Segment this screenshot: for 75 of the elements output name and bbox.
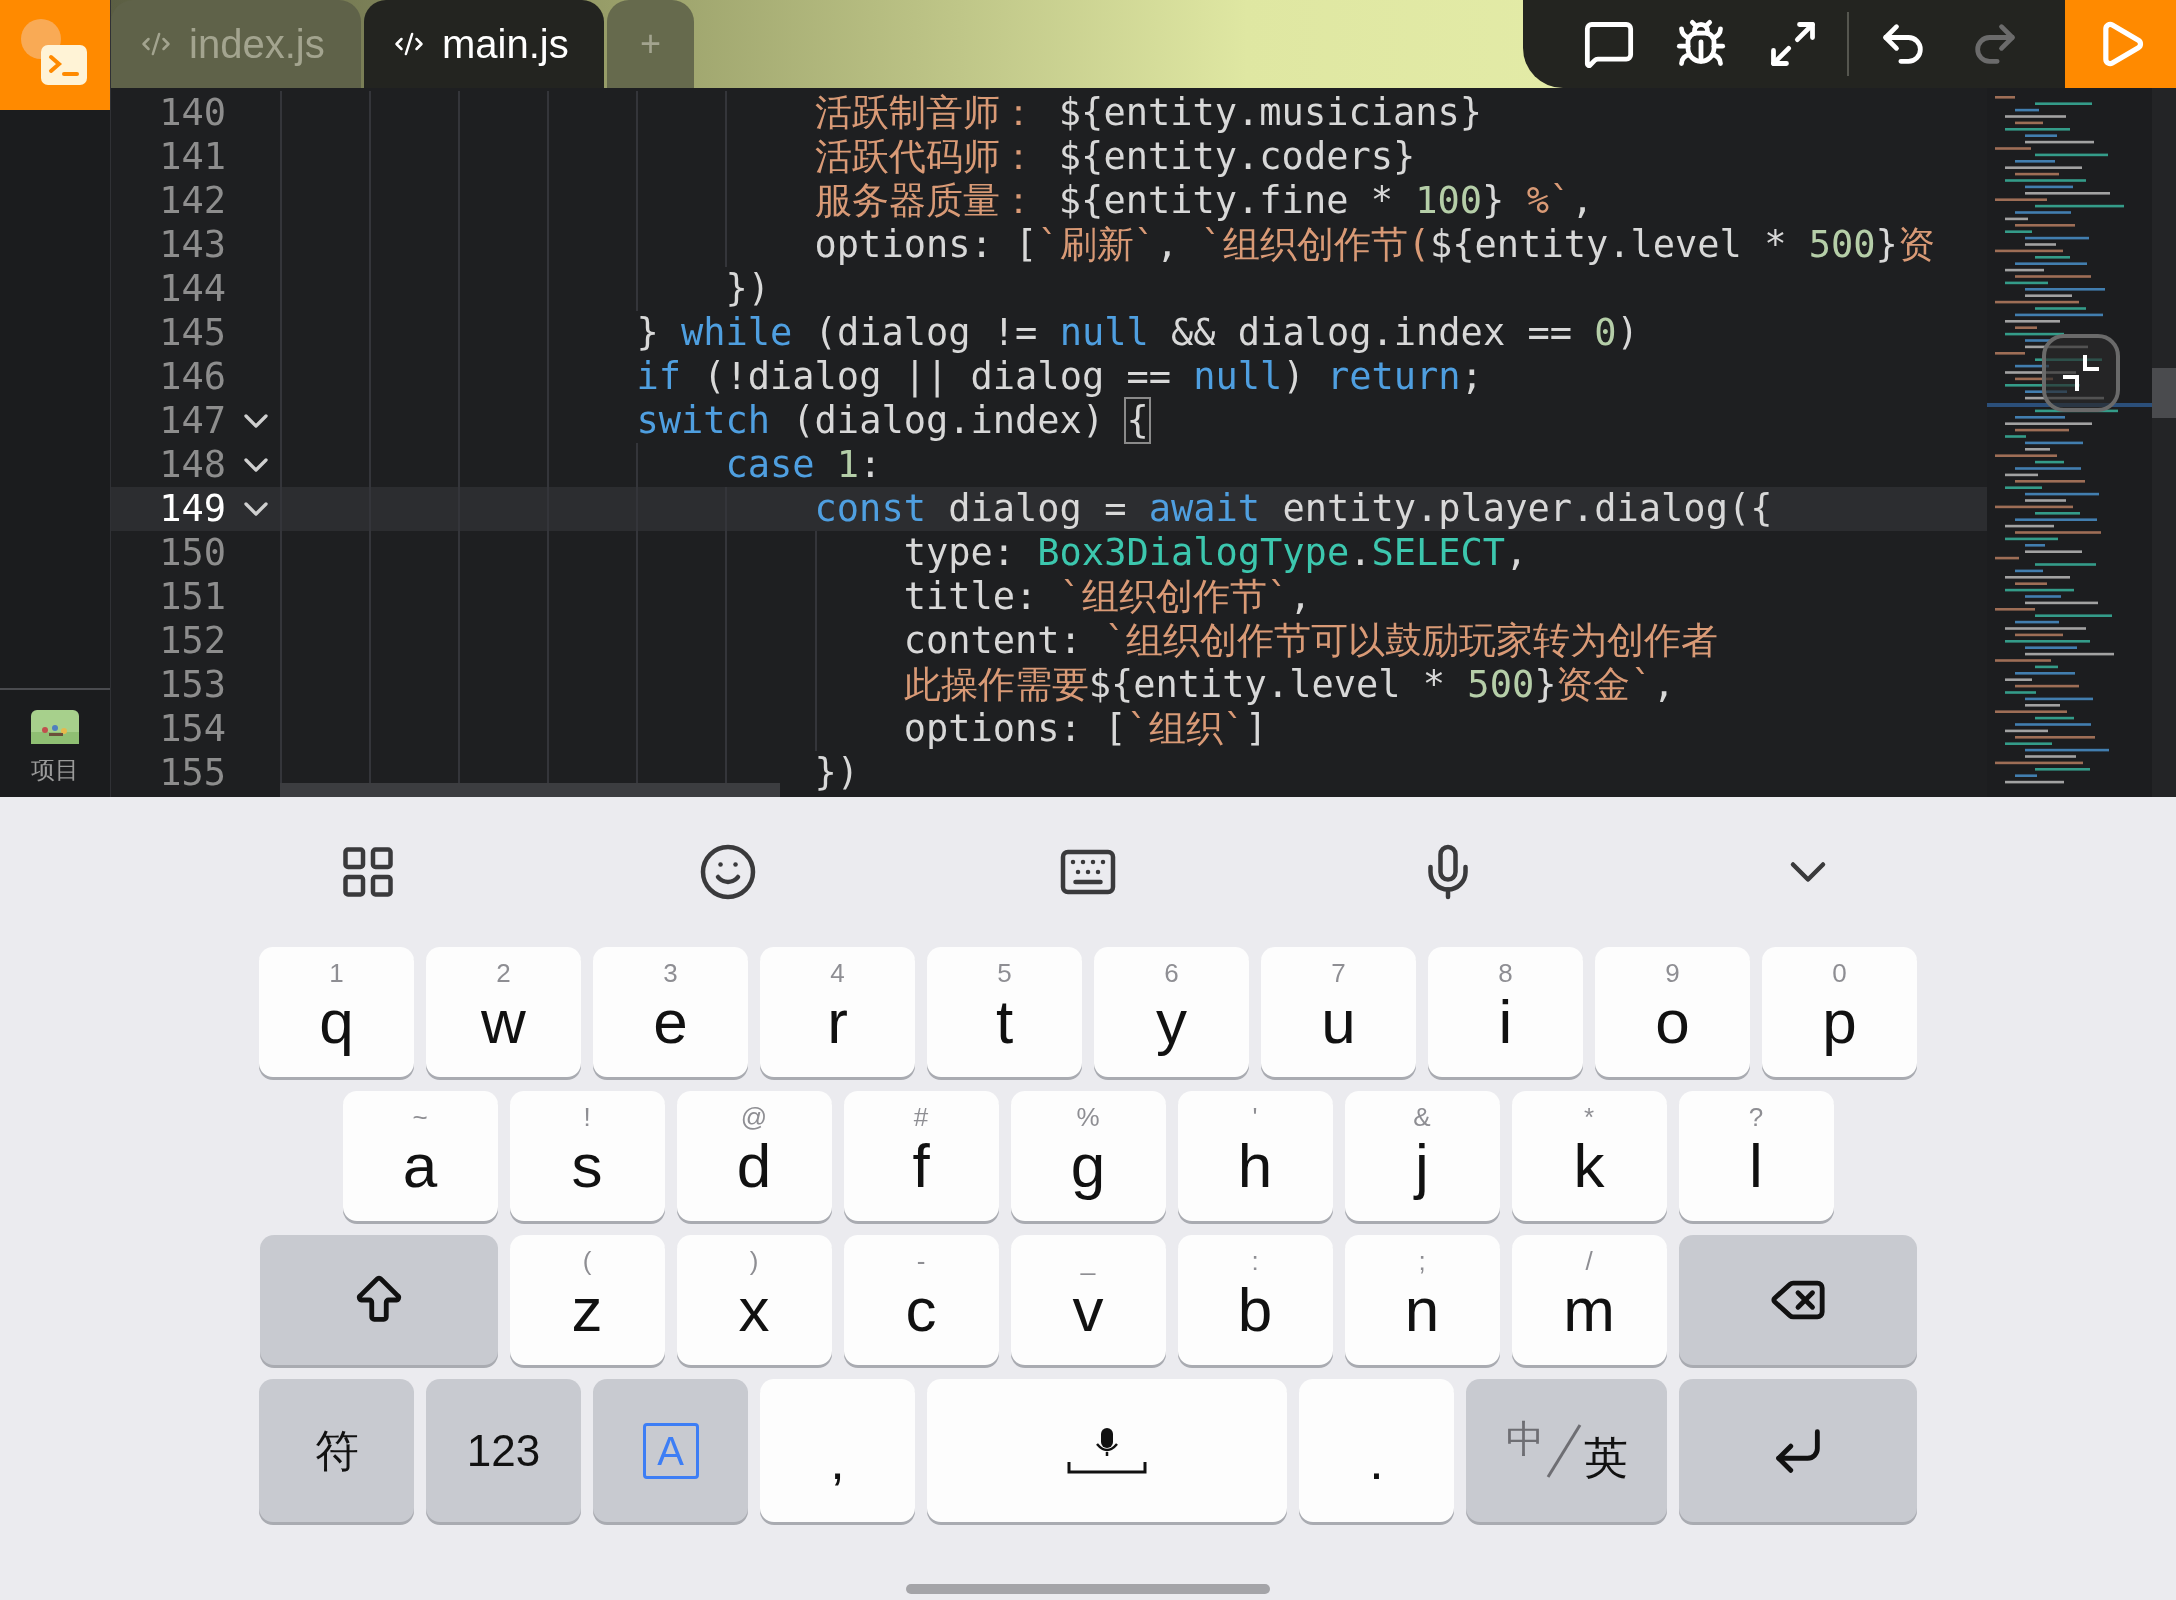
function-key[interactable]: 123 (426, 1379, 581, 1522)
code-line: content: `组织创作节可以鼓励玩家转为创作者 (903, 619, 1719, 663)
code-line: 活跃代码师： ${entity.coders} (814, 135, 1416, 179)
letter-key[interactable]: ? l (1678, 1091, 1834, 1221)
code-line: options: [`刷新`, `组织创作节(${entity.level * 500}资 (814, 223, 1935, 267)
code-line: switch (dialog.index) { (636, 399, 1149, 443)
letter-key[interactable]: # f (843, 1091, 999, 1221)
line-number: 148 (158, 442, 226, 489)
letter-key[interactable]: 1 q (259, 947, 414, 1077)
code-line: }) (814, 751, 860, 795)
code-line: }) (725, 267, 771, 311)
code-line: case 1: (725, 443, 882, 487)
letter-key[interactable]: 0 p (1762, 947, 1917, 1077)
letter-key[interactable]: - c (843, 1235, 999, 1365)
backspace-key[interactable] (1678, 1235, 1917, 1365)
letter-key[interactable]: 9 o (1595, 947, 1750, 1077)
code-line: 此操作需要${entity.level * 500}资金`, (903, 663, 1676, 707)
letter-key[interactable]: ! s (509, 1091, 665, 1221)
line-number: 155 (158, 750, 226, 797)
language-secondary-label: 中 (1505, 1417, 1544, 1462)
input-mode-label: A (642, 1422, 699, 1479)
line-number: 151 (158, 574, 226, 621)
line-number: 142 (158, 178, 226, 225)
line-number: 153 (158, 662, 226, 709)
letter-key[interactable]: @ d (676, 1091, 832, 1221)
letter-key[interactable]: 3 e (593, 947, 748, 1077)
line-number: 140 (158, 90, 226, 137)
code-line: title: `组织创作节`, (903, 575, 1312, 619)
line-number: 154 (158, 706, 226, 753)
sidebar-item[interactable]: 项目 (31, 752, 79, 788)
letter-key[interactable]: 4 r (760, 947, 915, 1077)
line-number: 143 (158, 222, 226, 269)
letter-key[interactable]: / m (1511, 1235, 1667, 1365)
line-number: 144 (158, 266, 226, 313)
letter-key[interactable]: 6 y (1094, 947, 1249, 1077)
line-number: 141 (158, 134, 226, 181)
code-line: options: [`组织`] (903, 707, 1268, 751)
letter-key[interactable]: 2 w (426, 947, 581, 1077)
letter-key[interactable]: 5 t (927, 947, 1082, 1077)
line-number: 150 (158, 530, 226, 577)
shift-key[interactable] (259, 1235, 498, 1365)
letter-key[interactable]: 7 u (1261, 947, 1416, 1077)
code-line: type: Box3DialogType.SELECT, (903, 531, 1528, 575)
letter-key[interactable]: ( z (509, 1235, 665, 1365)
code-line: } while (dialog != null && dialog.index == 0) (636, 311, 1639, 355)
punctuation-key[interactable]: , (760, 1379, 915, 1522)
letter-key[interactable]: 8 i (1428, 947, 1583, 1077)
letter-key[interactable]: ~ a (342, 1091, 498, 1221)
letter-key[interactable]: : b (1177, 1235, 1333, 1365)
smiley-icon (698, 842, 758, 902)
code-line: if (!dialog || dialog == null) return; (636, 355, 1483, 399)
line-number: 152 (158, 618, 226, 665)
letter-key[interactable]: & j (1344, 1091, 1500, 1221)
horizontal-scrollbar[interactable] (280, 783, 780, 797)
letter-key[interactable]: ; n (1344, 1235, 1500, 1365)
letter-key[interactable]: _ v (1010, 1235, 1166, 1365)
line-number: 149 (158, 486, 226, 533)
letter-key[interactable]: ' h (1177, 1091, 1333, 1221)
letter-key[interactable]: ) x (676, 1235, 832, 1365)
line-number: 145 (158, 310, 226, 357)
function-key[interactable]: 符 (259, 1379, 414, 1522)
space-mic-icon (1067, 1425, 1147, 1476)
code-line: 活跃制音师： ${entity.musicians} (814, 91, 1483, 135)
line-number: 146 (158, 354, 226, 401)
minimap-handle[interactable] (2042, 334, 2120, 412)
punctuation-key[interactable]: . (1299, 1379, 1454, 1522)
language-switch-key[interactable]: 中 英 (1466, 1379, 1667, 1522)
line-number: 147 (158, 398, 226, 445)
file-tab[interactable]: main.js (364, 0, 604, 88)
code-line: 服务器质量： ${entity.fine * 100} %`, (814, 179, 1594, 223)
code-line: const dialog = await entity.player.dialog({ (814, 487, 1773, 531)
letter-key[interactable]: % g (1010, 1091, 1166, 1221)
letter-key[interactable]: * k (1511, 1091, 1667, 1221)
language-primary-label: 英 (1583, 1431, 1628, 1484)
vertical-scrollbar[interactable] (2152, 368, 2176, 418)
